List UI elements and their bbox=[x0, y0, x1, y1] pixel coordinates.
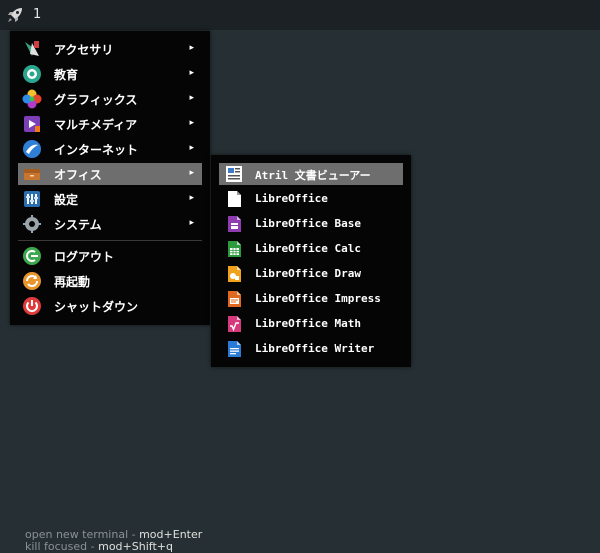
libreoffice-impress-icon bbox=[225, 290, 243, 308]
reboot-icon bbox=[22, 271, 42, 291]
menu-item-libreoffice[interactable]: LibreOffice bbox=[219, 188, 403, 210]
menu-item-multimedia[interactable]: マルチメディア ▸ bbox=[18, 113, 202, 135]
submenu-arrow: ▸ bbox=[189, 193, 194, 203]
shutdown-icon bbox=[22, 296, 42, 316]
office-submenu: Atril 文書ビューアー LibreOffice LibreOffice Ba… bbox=[211, 155, 411, 367]
menu-item-education[interactable]: 教育 ▸ bbox=[18, 63, 202, 85]
submenu-arrow: ▸ bbox=[189, 68, 194, 78]
menu-item-logout[interactable]: ログアウト bbox=[18, 245, 202, 267]
menu-item-office[interactable]: オフィス ▸ bbox=[18, 163, 202, 185]
libreoffice-draw-icon bbox=[225, 265, 243, 283]
menu-item-settings[interactable]: 設定 ▸ bbox=[18, 188, 202, 210]
submenu-arrow: ▸ bbox=[189, 168, 194, 178]
menu-item-libreoffice-calc[interactable]: LibreOffice Calc bbox=[219, 238, 403, 260]
libreoffice-math-icon bbox=[225, 315, 243, 333]
submenu-arrow: ▸ bbox=[189, 218, 194, 228]
settings-icon bbox=[22, 189, 42, 209]
libreoffice-icon bbox=[225, 190, 243, 208]
menu-item-libreoffice-math[interactable]: LibreOffice Math bbox=[219, 313, 403, 335]
menu-item-internet[interactable]: インターネット ▸ bbox=[18, 138, 202, 160]
office-icon bbox=[22, 164, 42, 184]
application-menu: アクセサリ ▸ 教育 ▸ グラフィックス ▸ マルチメディア ▸ インターネット… bbox=[10, 31, 210, 325]
menu-item-libreoffice-draw[interactable]: LibreOffice Draw bbox=[219, 263, 403, 285]
top-panel: 1 bbox=[0, 0, 600, 30]
document-viewer-icon bbox=[225, 165, 243, 183]
menu-item-libreoffice-base[interactable]: LibreOffice Base bbox=[219, 213, 403, 235]
multimedia-icon bbox=[22, 114, 42, 134]
graphics-icon bbox=[22, 89, 42, 109]
menu-separator bbox=[18, 240, 202, 241]
education-icon bbox=[22, 64, 42, 84]
libreoffice-writer-icon bbox=[225, 340, 243, 358]
internet-icon bbox=[22, 139, 42, 159]
accessories-icon bbox=[22, 39, 42, 59]
menu-item-graphics[interactable]: グラフィックス ▸ bbox=[18, 88, 202, 110]
rocket-icon[interactable] bbox=[6, 6, 24, 24]
menu-item-accessories[interactable]: アクセサリ ▸ bbox=[18, 38, 202, 60]
menu-item-libreoffice-impress[interactable]: LibreOffice Impress bbox=[219, 288, 403, 310]
menu-item-atril[interactable]: Atril 文書ビューアー bbox=[219, 163, 403, 185]
hint-kill-focused: kill focused - mod+Shift+q bbox=[25, 540, 173, 553]
logout-icon bbox=[22, 246, 42, 266]
submenu-arrow: ▸ bbox=[189, 93, 194, 103]
system-icon bbox=[22, 214, 42, 234]
submenu-arrow: ▸ bbox=[189, 43, 194, 53]
menu-item-shutdown[interactable]: シャットダウン bbox=[18, 295, 202, 317]
menu-item-libreoffice-writer[interactable]: LibreOffice Writer bbox=[219, 338, 403, 360]
submenu-arrow: ▸ bbox=[189, 143, 194, 153]
submenu-arrow: ▸ bbox=[189, 118, 194, 128]
libreoffice-calc-icon bbox=[225, 240, 243, 258]
libreoffice-base-icon bbox=[225, 215, 243, 233]
menu-item-reboot[interactable]: 再起動 bbox=[18, 270, 202, 292]
menu-item-system[interactable]: システム ▸ bbox=[18, 213, 202, 235]
workspace-number[interactable]: 1 bbox=[33, 7, 41, 22]
